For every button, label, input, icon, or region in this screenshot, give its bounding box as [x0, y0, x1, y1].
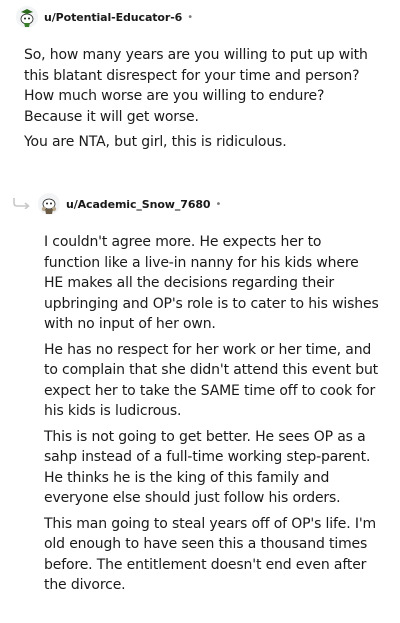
comment-header: u/Potential-Educator-6 • [16, 6, 193, 28]
comment-paragraph: This is not going to get better. He sees… [44, 428, 371, 507]
comment-header: u/Academic_Snow_7680 • [38, 193, 221, 215]
comment-paragraph: You are NTA, but girl, this is ridiculou… [24, 134, 287, 150]
username-link[interactable]: u/Academic_Snow_7680 [66, 198, 211, 211]
comment-body: I couldn't agree more. He expects her to… [44, 232, 380, 601]
comment-paragraph: He has no respect for her work or her ti… [44, 341, 379, 420]
snoo-avatar-icon[interactable] [38, 193, 60, 215]
separator-dot: • [215, 198, 222, 210]
comment-paragraph: So, how many years are you willing to pu… [24, 47, 368, 125]
username-link[interactable]: u/Potential-Educator-6 [44, 11, 182, 24]
comment-paragraph: This man going to steal years off of OP'… [44, 515, 377, 594]
reply-arrow-icon [13, 198, 30, 209]
snoo-avatar-icon[interactable] [16, 6, 38, 28]
comment-paragraph: I couldn't agree more. He expects her to… [44, 234, 379, 332]
comment-body: So, how many years are you willing to pu… [24, 45, 374, 158]
separator-dot: • [187, 11, 194, 23]
